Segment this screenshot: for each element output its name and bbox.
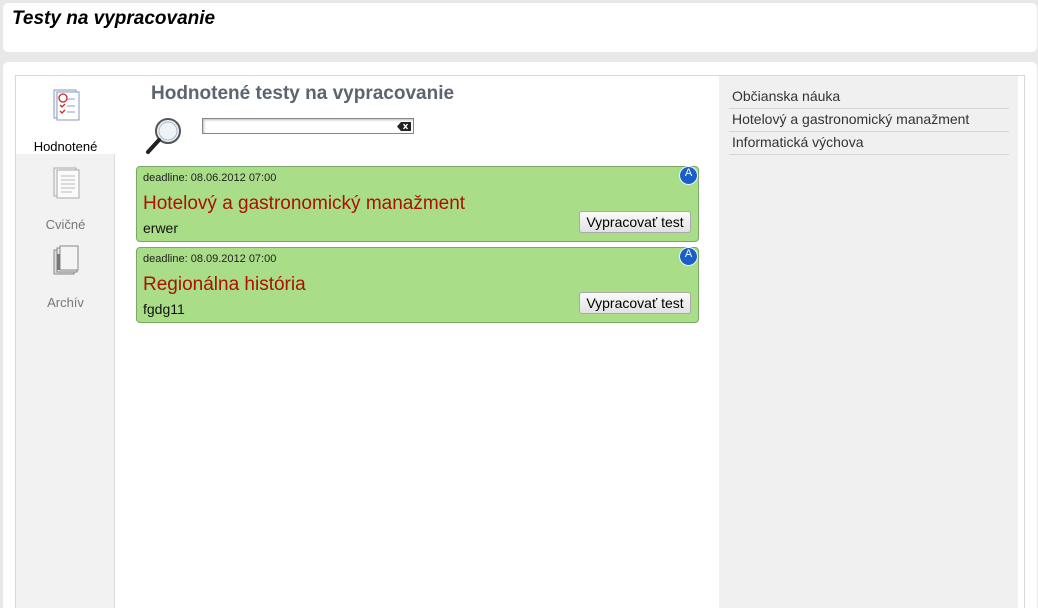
practice-tests-icon (53, 167, 80, 199)
test-card: deadline: 08.06.2012 07:00 Hotelový a ga… (136, 166, 699, 242)
subject-item[interactable]: Informatická výchova (729, 132, 1009, 155)
start-test-button[interactable]: Vypracovať test (579, 292, 691, 314)
start-test-button[interactable]: Vypracovať test (579, 211, 691, 233)
section-title: Hodnotené testy na vypracovanie (151, 83, 455, 104)
test-badge: A (679, 166, 698, 185)
nav-item-practice[interactable]: Cvičné (16, 154, 115, 232)
test-card: deadline: 08.09.2012 07:00 Regionálna hi… (136, 247, 699, 323)
nav-label-archive: Archív (47, 295, 84, 310)
left-nav: Hodnotené Cvičné Archív (16, 76, 124, 608)
test-deadline: deadline: 08.06.2012 07:00 (143, 172, 277, 184)
nav-label-graded: Hodnotené (33, 139, 98, 154)
test-title: Regionálna história (143, 274, 306, 295)
test-deadline: deadline: 08.09.2012 07:00 (143, 253, 277, 265)
subject-item[interactable]: Hotelový a gastronomický manažment (729, 109, 1009, 132)
nav-label-practice: Cvičné (45, 217, 86, 232)
test-title: Hotelový a gastronomický manažment (143, 193, 466, 214)
graded-tests-icon (53, 89, 80, 121)
test-badge: A (679, 247, 698, 266)
test-description: fgdg11 (143, 301, 185, 317)
archive-icon (53, 245, 79, 275)
nav-item-archive[interactable]: Archív (16, 232, 115, 310)
clear-search-icon[interactable] (397, 122, 411, 131)
subject-item[interactable]: Občianska náuka (729, 86, 1009, 109)
page-title: Testy na vypracovanie (12, 8, 216, 29)
page-header: Testy na vypracovanie (3, 3, 1037, 52)
test-description: erwer (143, 220, 179, 236)
search-input[interactable] (202, 118, 414, 134)
search-icon (146, 118, 181, 154)
nav-item-graded[interactable]: Hodnotené (16, 76, 124, 154)
subject-list: Občianska náuka Hotelový a gastronomický… (719, 76, 1018, 608)
